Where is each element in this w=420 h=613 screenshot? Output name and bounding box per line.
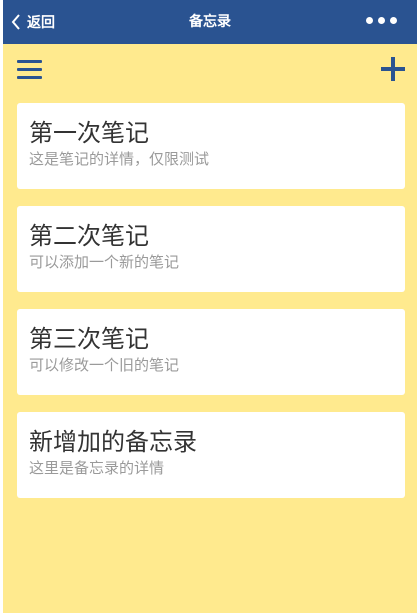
note-title: 第一次笔记 — [29, 119, 149, 147]
note-card[interactable]: 第一次笔记 这是笔记的详情，仅限测试 — [17, 103, 405, 189]
note-detail: 这里是备忘录的详情 — [29, 459, 165, 477]
note-title: 新增加的备忘录 — [29, 428, 197, 456]
more-dot — [378, 17, 385, 24]
menu-line — [17, 68, 42, 71]
page-title: 备忘录 — [189, 14, 231, 30]
more-dots-icon[interactable] — [366, 17, 397, 24]
chevron-left-icon — [11, 14, 20, 30]
note-card[interactable]: 第二次笔记 可以添加一个新的笔记 — [17, 206, 405, 292]
toolbar — [3, 44, 417, 94]
note-title: 第三次笔记 — [29, 325, 149, 353]
menu-line — [17, 76, 42, 79]
note-detail: 可以修改一个旧的笔记 — [29, 356, 180, 374]
hamburger-menu-icon[interactable] — [17, 58, 43, 80]
plus-bar-vertical — [391, 57, 395, 81]
note-detail: 可以添加一个新的笔记 — [29, 253, 180, 271]
navigation-bar: 返回 备忘录 — [3, 0, 417, 44]
menu-line — [17, 60, 42, 63]
note-card[interactable]: 第三次笔记 可以修改一个旧的笔记 — [17, 309, 405, 395]
note-card[interactable]: 新增加的备忘录 这里是备忘录的详情 — [17, 412, 405, 498]
note-title: 第二次笔记 — [29, 222, 149, 250]
back-label: 返回 — [27, 15, 55, 31]
note-detail: 这是笔记的详情，仅限测试 — [29, 150, 210, 168]
plus-icon[interactable] — [381, 57, 405, 81]
more-dot — [390, 17, 397, 24]
app-frame: 返回 备忘录 第一次笔记 这是笔记的详情，仅限测试 第二次笔记 可以添加一个新的… — [3, 0, 417, 613]
back-button[interactable]: 返回 — [11, 0, 55, 44]
more-dot — [366, 17, 373, 24]
note-list: 第一次笔记 这是笔记的详情，仅限测试 第二次笔记 可以添加一个新的笔记 第三次笔… — [17, 103, 405, 515]
